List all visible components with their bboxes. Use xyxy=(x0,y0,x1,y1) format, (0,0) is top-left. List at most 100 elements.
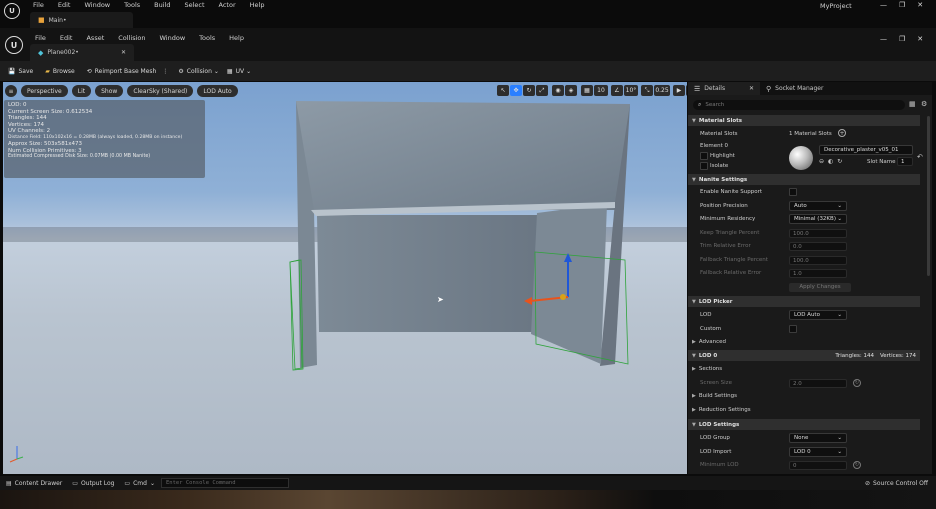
browse-button[interactable]: Browse xyxy=(53,68,75,75)
reduction-settings-expander[interactable]: ▶ Reduction Settings xyxy=(692,407,751,413)
viewport[interactable]: ➤ ≡ Perspective Lit Show ClearSky (Share… xyxy=(3,82,687,474)
browse-asset-icon[interactable]: ◐ xyxy=(828,158,833,165)
isolate-checkbox[interactable] xyxy=(700,162,708,170)
editor-menu-window[interactable]: Window xyxy=(160,34,186,42)
asset-tab[interactable]: ◆ Plane002• ✕ xyxy=(30,44,134,61)
minimize-icon[interactable]: — xyxy=(880,35,887,43)
camera-speed-value[interactable]: 4 xyxy=(686,85,687,96)
min-lod-field[interactable]: 0 xyxy=(789,461,847,470)
slot-name-field[interactable]: 1 xyxy=(897,157,913,166)
reimport-button[interactable]: Reimport Base Mesh xyxy=(95,68,157,75)
details-tab[interactable]: ☰ Details ✕ xyxy=(688,82,760,95)
fallback-err-field[interactable]: 1.0 xyxy=(789,269,847,278)
output-log-button[interactable]: Output Log xyxy=(81,480,114,487)
translate-tool-icon[interactable]: ✥ xyxy=(510,85,522,96)
source-control-button[interactable]: Source Control Off xyxy=(873,480,928,487)
maximize-icon[interactable]: ❐ xyxy=(899,35,905,43)
section-lod-settings[interactable]: ▼ LOD Settings xyxy=(688,419,920,430)
apply-changes-button[interactable]: Apply Changes xyxy=(789,283,851,292)
maximize-icon[interactable]: ❐ xyxy=(899,1,905,9)
settings-gear-icon[interactable]: ⚙ xyxy=(921,100,927,108)
menu-build[interactable]: Build xyxy=(154,1,170,9)
editor-menu-tools[interactable]: Tools xyxy=(199,34,215,42)
more-icon[interactable]: ⋮ xyxy=(162,68,168,75)
reset-circle-icon[interactable]: ↻ xyxy=(853,379,861,387)
main-tab[interactable]: ■ Main• xyxy=(30,12,133,28)
menu-actor[interactable]: Actor xyxy=(219,1,236,9)
editor-menu-collision[interactable]: Collision xyxy=(118,34,145,42)
section-lod-picker[interactable]: ▼ LOD Picker xyxy=(688,296,920,307)
lod-dropdown[interactable]: LOD Auto ⌄ xyxy=(789,310,847,320)
camera-speed-icon[interactable]: ▶ xyxy=(673,85,685,96)
console-input[interactable]: Enter Console Command xyxy=(160,478,289,488)
rotate-tool-icon[interactable]: ↻ xyxy=(523,85,535,96)
section-lod0[interactable]: ▼ LOD 0 Triangles: 144 Vertices: 174 xyxy=(688,350,920,361)
sections-expander[interactable]: ▶ Sections xyxy=(692,366,722,372)
scale-tool-icon[interactable]: ⤢ xyxy=(536,85,548,96)
use-selected-icon[interactable]: ⊖ xyxy=(819,158,824,165)
keep-tri-field[interactable]: 100.0 xyxy=(789,229,847,238)
content-drawer-icon: ▤ xyxy=(6,479,12,487)
screen-size-field[interactable]: 2.0 xyxy=(789,379,847,388)
enable-nanite-checkbox[interactable] xyxy=(789,188,797,196)
close-tab-icon[interactable]: ✕ xyxy=(121,49,126,56)
lod-group-dropdown[interactable]: None ⌄ xyxy=(789,433,847,443)
section-material-slots[interactable]: ▼ Material Slots xyxy=(688,115,920,126)
world-local-icon[interactable]: ◉ xyxy=(552,85,564,96)
search-input[interactable]: ⌕ Search xyxy=(693,100,905,110)
menu-help[interactable]: Help xyxy=(250,1,265,9)
position-precision-dropdown[interactable]: Auto ⌄ xyxy=(789,201,847,211)
trim-error-field[interactable]: 0.0 xyxy=(789,242,847,251)
socket-manager-tab[interactable]: ⚲ Socket Manager xyxy=(760,85,829,93)
editor-menu-file[interactable]: File xyxy=(35,34,46,42)
scale-snap-value[interactable]: 0.25 xyxy=(654,85,670,96)
table-view-icon[interactable]: ▦ xyxy=(909,100,916,108)
reset-icon[interactable]: ↻ xyxy=(837,158,842,165)
min-residency-dropdown[interactable]: Minimal (32KB) ⌄ xyxy=(789,214,847,224)
editor-menu-edit[interactable]: Edit xyxy=(60,34,73,42)
rotation-snap-icon[interactable]: ∠ xyxy=(611,85,623,96)
section-nanite[interactable]: ▼ Nanite Settings xyxy=(688,174,920,185)
build-settings-expander[interactable]: ▶ Build Settings xyxy=(692,393,737,399)
grid-snap-value[interactable]: 10 xyxy=(594,85,608,96)
perspective-button[interactable]: Perspective xyxy=(21,85,68,97)
menu-tools[interactable]: Tools xyxy=(124,1,140,9)
minimize-icon[interactable]: — xyxy=(880,1,887,9)
details-scrollbar[interactable] xyxy=(927,116,930,276)
highlight-checkbox[interactable] xyxy=(700,152,708,160)
editor-menu-help[interactable]: Help xyxy=(229,34,244,42)
surface-snap-icon[interactable]: ◈ xyxy=(565,85,577,96)
rotation-snap-value[interactable]: 10° xyxy=(624,85,638,96)
material-name-field[interactable]: Decorative_plaster_v05_01 xyxy=(819,145,913,155)
uv-dropdown[interactable]: UV xyxy=(236,68,245,75)
close-icon[interactable]: ✕ xyxy=(917,35,923,43)
cmd-dropdown[interactable]: Cmd xyxy=(133,480,147,487)
select-tool-icon[interactable]: ↖ xyxy=(497,85,509,96)
save-button[interactable]: Save xyxy=(18,68,33,75)
material-thumbnail[interactable] xyxy=(789,146,813,170)
viewport-menu-button[interactable]: ≡ xyxy=(5,85,17,97)
editor-menu-asset[interactable]: Asset xyxy=(86,34,104,42)
advanced-expander[interactable]: ▶ Advanced xyxy=(692,339,726,345)
content-drawer-button[interactable]: Content Drawer xyxy=(15,480,63,487)
close-icon[interactable]: ✕ xyxy=(917,1,923,9)
lod-import-dropdown[interactable]: LOD 0 ⌄ xyxy=(789,447,847,457)
add-slot-icon[interactable]: + xyxy=(838,129,846,137)
custom-checkbox[interactable] xyxy=(789,325,797,333)
menu-window[interactable]: Window xyxy=(84,1,110,9)
scale-snap-icon[interactable]: ⤡ xyxy=(641,85,653,96)
reset-circle-icon[interactable]: ↻ xyxy=(853,461,861,469)
menu-edit[interactable]: Edit xyxy=(58,1,71,9)
reset-arrow-icon[interactable]: ↶ xyxy=(917,153,923,161)
sky-preset-dropdown[interactable]: ClearSky (Shared) xyxy=(127,85,194,97)
fallback-tri-field[interactable]: 100.0 xyxy=(789,256,847,265)
grid-snap-icon[interactable]: ▦ xyxy=(581,85,593,96)
close-icon[interactable]: ✕ xyxy=(749,85,754,92)
menu-select[interactable]: Select xyxy=(184,1,204,9)
collision-dropdown[interactable]: Collision xyxy=(187,68,212,75)
lod-button[interactable]: LOD Auto xyxy=(197,85,238,97)
collision-icon: ⚙ xyxy=(178,67,184,75)
lit-button[interactable]: Lit xyxy=(71,85,92,97)
show-button[interactable]: Show xyxy=(95,85,124,97)
menu-file[interactable]: File xyxy=(33,1,44,9)
